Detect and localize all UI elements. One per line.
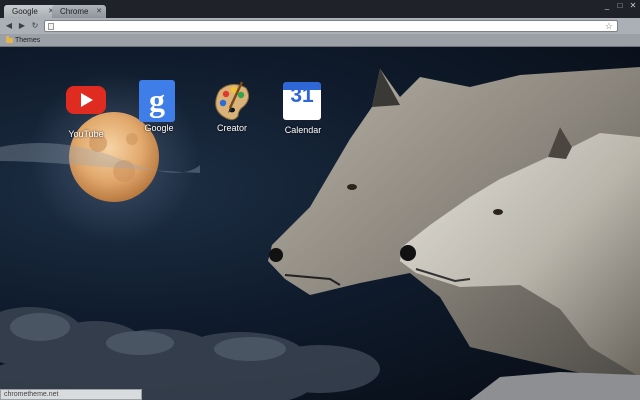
folder-icon xyxy=(6,35,13,43)
tab-google[interactable]: Google ✕ xyxy=(4,5,58,18)
app-calendar[interactable]: 31 Calendar xyxy=(273,80,333,135)
maximize-icon[interactable]: □ xyxy=(616,2,624,10)
app-label: Creator xyxy=(216,123,247,133)
tab-chrome[interactable]: Chrome ✕ xyxy=(52,5,106,18)
forward-icon[interactable]: ▶ xyxy=(17,21,27,31)
calendar-date: 31 xyxy=(290,84,314,107)
status-bubble: chrometheme.net xyxy=(0,389,142,400)
google-search-icon: g xyxy=(139,80,179,122)
bookmark-themes[interactable]: Themes xyxy=(6,35,40,45)
page-icon xyxy=(48,23,54,30)
minimize-icon[interactable]: _ xyxy=(603,2,611,10)
bookmark-label: Themes xyxy=(15,36,41,44)
bookmark-star-icon[interactable]: ☆ xyxy=(605,21,613,31)
tab-label: Google xyxy=(12,7,38,16)
app-label: Calendar xyxy=(284,125,322,135)
tab-close-icon[interactable]: ✕ xyxy=(96,5,102,18)
tab-label: Chrome xyxy=(60,7,89,16)
browser-window: Google ✕ Chrome ✕ _ □ ✕ ◀ ▶ ↻ ☆ Themes xyxy=(0,0,640,400)
app-label: Google xyxy=(144,123,174,133)
back-icon[interactable]: ◀ xyxy=(4,21,14,31)
bookmarks-bar: Themes xyxy=(0,34,640,47)
address-input[interactable] xyxy=(59,21,599,31)
app-creator[interactable]: Creator xyxy=(202,80,262,133)
close-icon[interactable]: ✕ xyxy=(629,2,637,10)
toolbar: ◀ ▶ ↻ ☆ xyxy=(0,18,640,34)
youtube-icon xyxy=(66,86,106,126)
window-controls: _ □ ✕ xyxy=(603,2,637,10)
tab-strip: Google ✕ Chrome ✕ _ □ ✕ xyxy=(0,0,640,18)
app-google[interactable]: g Google xyxy=(129,80,189,133)
calendar-icon: 31 xyxy=(283,82,323,122)
reload-icon[interactable]: ↻ xyxy=(30,21,40,31)
theme-creator-palette-icon xyxy=(212,80,252,121)
omnibox[interactable]: ☆ xyxy=(44,20,618,32)
app-label: YouTube xyxy=(68,129,104,139)
app-youtube[interactable]: YouTube xyxy=(56,80,116,139)
